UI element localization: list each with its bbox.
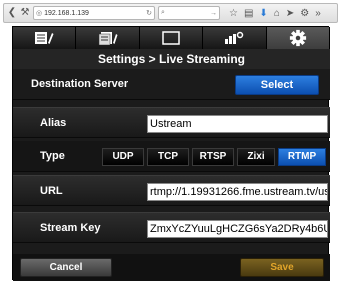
destination-label: Destination Server [31, 78, 129, 90]
documents-icon [98, 32, 118, 45]
send-icon[interactable]: ➤ [286, 8, 294, 19]
gear-icon [289, 29, 306, 47]
stream-key-field[interactable]: ZmxYcZYuuLgHCZG6sYa2DRy4b6U [147, 220, 328, 238]
star-icon[interactable]: ☆ [229, 8, 238, 19]
address-text: 192.168.1.139 [44, 9, 89, 17]
device-screen: Settings > Live Streaming Destination Se… [12, 26, 331, 281]
save-button[interactable]: Save [240, 258, 324, 277]
address-bar[interactable]: ◎ 192.168.1.139 ↻ [33, 6, 155, 20]
stream-key-row: Stream Key ZmxYcZYuuLgHCZG6sYa2DRy4b6U [13, 212, 330, 243]
home-icon[interactable]: ⌂ [274, 8, 280, 19]
type-label: Type [40, 150, 65, 162]
search-icon: ⌕ [161, 9, 165, 16]
overflow-icon[interactable]: » [315, 8, 321, 19]
url-row: URL rtmp://1.19931266.fme.ustream.tv/ust [13, 175, 330, 206]
tab-settings[interactable] [266, 27, 331, 49]
cancel-button[interactable]: Cancel [20, 258, 112, 277]
alias-field[interactable]: Ustream [147, 115, 328, 133]
tab-bar [13, 27, 331, 49]
reload-icon[interactable]: ↻ [146, 9, 152, 17]
display-icon [162, 31, 180, 45]
search-go-icon[interactable]: → [210, 10, 217, 17]
url-field[interactable]: rtmp://1.19931266.fme.ustream.tv/ust [147, 183, 328, 201]
download-icon[interactable]: ⬇ [259, 8, 267, 19]
action-bar: Cancel Save [13, 254, 330, 281]
page-title: Settings > Live Streaming [13, 49, 330, 69]
tab-stats[interactable] [203, 27, 267, 49]
alias-row: Alias Ustream [13, 107, 330, 138]
destination-row: Destination Server Select [13, 69, 330, 100]
type-tcp-button[interactable]: TCP [147, 148, 189, 166]
globe-icon: ◎ [36, 10, 43, 17]
search-input[interactable]: ⌕ → [158, 6, 220, 20]
tab-documents[interactable] [76, 27, 140, 49]
browser-toolbar: ❮ ⚒ ◎ 192.168.1.139 ↻ ⌕ → ☆ ▤ ⬇ ⌂ ➤ ⚙ » [3, 3, 338, 23]
alias-label: Alias [40, 117, 67, 129]
tools-icon[interactable]: ⚒ [20, 5, 30, 21]
select-server-button[interactable]: Select [235, 75, 319, 95]
type-zixi-button[interactable]: Zixi [237, 148, 275, 166]
back-icon[interactable]: ❮ [7, 5, 17, 21]
notes-icon [35, 32, 54, 44]
browser-icons: ☆ ▤ ⬇ ⌂ ➤ ⚙ » [229, 8, 321, 19]
settings-icon[interactable]: ⚙ [300, 8, 309, 19]
type-udp-button[interactable]: UDP [102, 148, 144, 166]
tab-notes[interactable] [13, 27, 77, 49]
bar-chart-gear-icon [225, 31, 244, 44]
tab-display[interactable] [139, 27, 204, 49]
type-options: UDP TCP RTSP Zixi RTMP [102, 148, 326, 166]
url-label: URL [40, 185, 63, 197]
type-row: Type UDP TCP RTSP Zixi RTMP [13, 141, 330, 172]
type-rtmp-button[interactable]: RTMP [278, 148, 326, 166]
type-rtsp-button[interactable]: RTSP [192, 148, 234, 166]
stream-key-label: Stream Key [40, 222, 101, 234]
bookmark-icon[interactable]: ▤ [244, 8, 253, 19]
